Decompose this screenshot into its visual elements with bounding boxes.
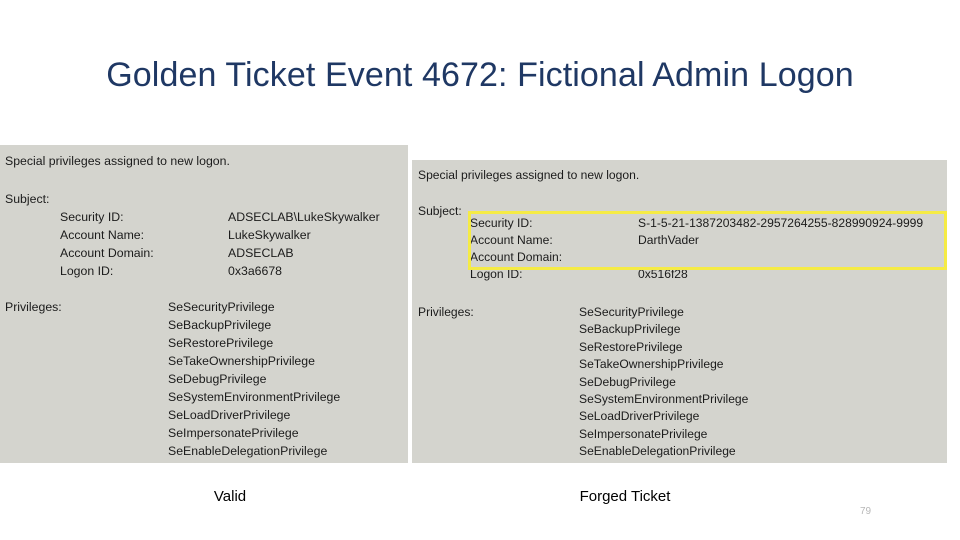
field-key: Security ID:: [60, 210, 124, 224]
subject-field-list: Security ID: S-1-5-21-1387203482-29572642…: [470, 216, 923, 284]
subject-section-label: Subject:: [5, 192, 50, 206]
list-item: SeImpersonatePrivilege: [168, 426, 299, 440]
event-header-text: Special privileges assigned to new logon…: [5, 154, 230, 168]
list-item: SeSecurityPrivilege: [168, 300, 275, 314]
field-key: Logon ID:: [470, 267, 523, 281]
page-number: 79: [860, 506, 872, 517]
field-value: LukeSkywalker: [228, 228, 311, 242]
caption-valid: Valid: [213, 488, 247, 505]
list-item: SeEnableDelegationPrivilege: [579, 444, 736, 459]
field-value: ADSECLAB: [228, 246, 294, 260]
list-item: SeSecurityPrivilege: [579, 305, 684, 319]
event-log-panel-valid: Special privileges assigned to new logon…: [0, 145, 408, 463]
field-row-logon-id: Logon ID: 0x516f28: [470, 267, 923, 284]
privileges-list: SeSecurityPrivilege SeBackupPrivilege Se…: [579, 305, 748, 462]
caption-forged: Forged Ticket: [579, 488, 671, 505]
field-row-security-id: Security ID: S-1-5-21-1387203482-29572642…: [470, 216, 923, 233]
field-row-account-name: Account Name: DarthVader: [470, 233, 923, 250]
list-item: SeSystemEnvironmentPrivilege: [579, 391, 749, 406]
event-log-panel-forged: Special privileges assigned to new logon…: [412, 160, 947, 463]
list-item: SeLoadDriverPrivilege: [579, 409, 700, 424]
field-key: Account Domain:: [470, 250, 563, 264]
list-item: SeSystemEnvironmentPrivilege: [168, 390, 341, 404]
privileges-section-label: Privileges:: [418, 305, 474, 319]
list-item: SeEnableDelegationPrivilege: [168, 444, 328, 458]
field-value: 0x3a6678: [228, 264, 283, 278]
field-key: Account Name:: [470, 233, 553, 247]
subject-field-list: Security ID: ADSECLAB\LukeSkywalker Accou…: [60, 210, 380, 282]
field-row-account-domain: Account Domain: ADSECLAB: [60, 246, 380, 264]
subject-section-label: Subject:: [418, 204, 462, 218]
field-row-account-name: Account Name: LukeSkywalker: [60, 228, 380, 246]
privileges-list: SeSecurityPrivilege SeBackupPrivilege Se…: [168, 300, 340, 462]
field-row-logon-id: Logon ID: 0x3a6678: [60, 264, 380, 282]
list-item: SeBackupPrivilege: [168, 318, 272, 332]
list-item: SeDebugPrivilege: [579, 374, 676, 389]
field-value: DarthVader: [638, 233, 699, 247]
field-row-account-domain: Account Domain:: [470, 250, 923, 267]
event-header-text: Special privileges assigned to new logon…: [418, 168, 640, 182]
field-value: S-1-5-21-1387203482-2957264255-828990924…: [638, 216, 924, 230]
list-item: SeLoadDriverPrivilege: [168, 408, 291, 422]
list-item: SeTakeOwnershipPrivilege: [168, 354, 315, 368]
field-value: 0x516f28: [638, 267, 688, 281]
list-item: SeRestorePrivilege: [168, 336, 274, 350]
list-item: SeRestorePrivilege: [579, 339, 683, 354]
list-item: SeImpersonatePrivilege: [579, 426, 708, 441]
list-item: SeBackupPrivilege: [579, 322, 681, 337]
field-row-security-id: Security ID: ADSECLAB\LukeSkywalker: [60, 210, 380, 228]
privileges-section-label: Privileges:: [5, 300, 62, 314]
field-key: Logon ID:: [60, 264, 114, 278]
field-value: ADSECLAB\LukeSkywalker: [228, 210, 380, 224]
field-key: Account Domain:: [60, 246, 154, 260]
field-key: Account Name:: [60, 228, 145, 242]
list-item: SeTakeOwnershipPrivilege: [579, 357, 724, 372]
page-title: Golden Ticket Event 4672: Fictional Admi…: [106, 56, 854, 94]
field-key: Security ID:: [470, 216, 533, 230]
list-item: SeDebugPrivilege: [168, 372, 267, 386]
